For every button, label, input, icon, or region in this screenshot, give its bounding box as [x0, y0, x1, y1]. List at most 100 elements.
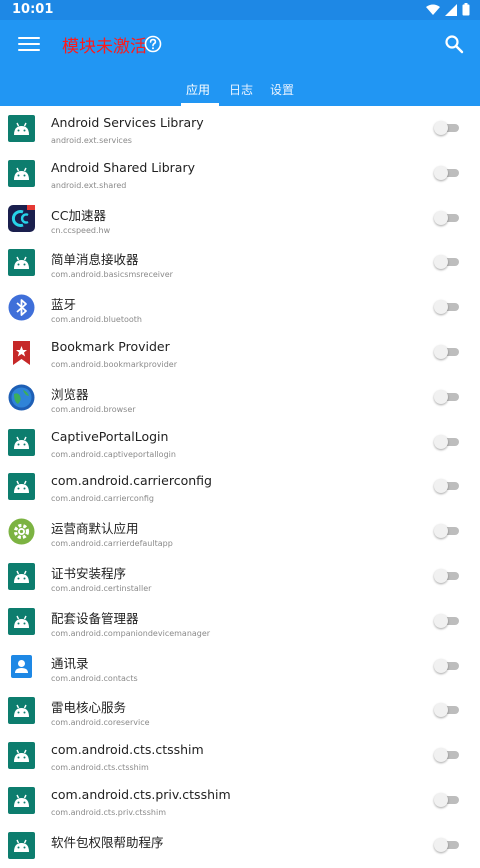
enable-toggle[interactable]: [434, 524, 460, 539]
enable-toggle[interactable]: [434, 389, 460, 404]
tab-apps[interactable]: 应用: [186, 81, 210, 98]
enable-toggle[interactable]: [434, 479, 460, 494]
app-package: com.android.captiveportallogin: [51, 449, 176, 459]
enable-toggle[interactable]: [434, 344, 460, 359]
app-name: 雷电核心服务: [51, 700, 127, 716]
android-icon: [8, 607, 35, 635]
app-package: android.ext.services: [51, 136, 132, 145]
enable-toggle[interactable]: [434, 300, 460, 315]
help-icon[interactable]: [144, 35, 162, 53]
app-name: 浏览器: [51, 386, 89, 402]
enable-toggle[interactable]: [434, 210, 460, 225]
search-icon[interactable]: [444, 34, 464, 54]
app-name: Android Services Library: [51, 115, 204, 130]
android-icon: [8, 473, 35, 501]
list-item[interactable]: CaptivePortalLogin com.android.captivepor…: [0, 420, 480, 465]
app-name: com.android.cts.ctsshim: [51, 742, 204, 758]
app-name: CaptivePortalLogin: [51, 428, 169, 444]
app-package: com.android.bookmarkprovider: [51, 359, 177, 369]
list-item[interactable]: 蓝牙 com.android.bluetooth: [0, 285, 480, 330]
menu-icon[interactable]: [18, 34, 40, 54]
status-bar: 10:01: [0, 0, 480, 20]
app-name: Android Shared Library: [51, 159, 195, 175]
android-icon: [8, 562, 35, 590]
android-icon: [8, 159, 35, 187]
list-item[interactable]: 雷电核心服务 com.android.coreservice: [0, 688, 480, 733]
enable-toggle[interactable]: [434, 792, 460, 807]
list-item[interactable]: com.android.cts.ctsshim com.android.cts.c…: [0, 733, 480, 778]
list-item[interactable]: 浏览器 com.android.browser: [0, 375, 480, 420]
enable-toggle[interactable]: [434, 434, 460, 449]
android-icon: [8, 115, 35, 142]
app-package: com.android.bluetooth: [51, 315, 142, 325]
list-item[interactable]: 配套设备管理器 com.android.companiondevicemanage…: [0, 599, 480, 644]
tab-bar: 应用 日志 设置: [0, 76, 480, 106]
app-name: Bookmark Provider: [51, 338, 170, 354]
app-package: com.android.certinstaller: [51, 583, 152, 593]
contacts-icon: [8, 653, 35, 680]
list-item[interactable]: Bookmark Provider com.android.bookmarkpro…: [0, 330, 480, 375]
app-name: 通讯录: [51, 655, 89, 671]
android-icon: [8, 697, 35, 725]
app-name: 简单消息接收器: [51, 252, 139, 268]
page-title: 模块未激活: [62, 37, 147, 57]
enable-toggle[interactable]: [434, 568, 460, 583]
status-time: 10:01: [12, 2, 54, 17]
app-name: 软件包权限帮助程序: [51, 834, 164, 850]
status-icons: [426, 3, 470, 16]
app-name: com.android.cts.priv.ctsshim: [51, 786, 231, 802]
wifi-icon: [426, 4, 440, 15]
app-package: com.android.companiondevicemanager: [51, 628, 211, 638]
list-item[interactable]: Android Services Library android.ext.serv…: [0, 106, 480, 151]
app-package: com.android.cts.ctsshim: [51, 763, 149, 773]
app-name: 蓝牙: [51, 297, 77, 313]
bluetooth-icon: [8, 294, 35, 321]
list-item[interactable]: 证书安装程序 com.android.certinstaller: [0, 554, 480, 599]
android-icon: [8, 831, 35, 859]
app-package: com.android.carrierdefaultapp: [51, 539, 173, 549]
list-item[interactable]: 运营商默认应用 com.android.carrierdefaultapp: [0, 509, 480, 554]
app-name: 配套设备管理器: [51, 610, 139, 626]
app-name: 运营商默认应用: [51, 521, 139, 537]
app-package: com.android.coreservice: [51, 718, 150, 728]
app-name: 证书安装程序: [51, 565, 127, 581]
enable-toggle[interactable]: [434, 613, 460, 628]
list-item[interactable]: 简单消息接收器 com.android.basicsmsreceiver: [0, 240, 480, 285]
app-list[interactable]: Android Services Library android.ext.serv…: [0, 106, 480, 868]
enable-toggle[interactable]: [434, 703, 460, 718]
android-icon: [8, 428, 35, 456]
list-item[interactable]: Android Shared Library android.ext.shared: [0, 151, 480, 196]
app-package: com.android.browser: [51, 404, 136, 414]
enable-toggle[interactable]: [434, 658, 460, 673]
app-package: android.ext.shared: [51, 180, 127, 190]
tab-settings[interactable]: 设置: [270, 81, 294, 98]
list-item[interactable]: com.android.cts.priv.ctsshim com.android.…: [0, 778, 480, 823]
list-item[interactable]: CC加速器 cn.ccspeed.hw: [0, 196, 480, 241]
tab-logs[interactable]: 日志: [229, 81, 253, 98]
enable-toggle[interactable]: [434, 748, 460, 763]
android-icon: [8, 742, 35, 770]
list-item[interactable]: 通讯录 com.android.contacts: [0, 644, 480, 689]
signal-icon: [445, 3, 457, 16]
app-package: cn.ccspeed.hw: [51, 225, 111, 235]
gear-icon: [8, 518, 35, 545]
app-bar: 模块未激活 应用 日志 设置: [0, 20, 480, 106]
android-icon: [8, 786, 35, 814]
list-item[interactable]: com.android.carrierconfig com.android.car…: [0, 464, 480, 509]
app-package: com.android.carrierconfig: [51, 494, 155, 504]
enable-toggle[interactable]: [434, 837, 460, 852]
app-name: CC加速器: [51, 207, 106, 223]
app-package: com.android.basicsmsreceiver: [51, 270, 173, 280]
app-package: com.android.contacts: [51, 673, 138, 683]
enable-toggle[interactable]: [434, 165, 460, 180]
bookmark-icon: [8, 339, 35, 366]
enable-toggle[interactable]: [434, 255, 460, 270]
browser-globe-icon: [8, 384, 35, 411]
app-name: com.android.carrierconfig: [51, 473, 212, 489]
list-item[interactable]: 软件包权限帮助程序: [0, 823, 480, 868]
enable-toggle[interactable]: [434, 121, 460, 135]
android-icon: [8, 249, 35, 277]
cc-accelerator-icon: [8, 204, 35, 232]
app-package: com.android.cts.priv.ctsshim: [51, 807, 166, 817]
battery-icon: [462, 3, 470, 16]
